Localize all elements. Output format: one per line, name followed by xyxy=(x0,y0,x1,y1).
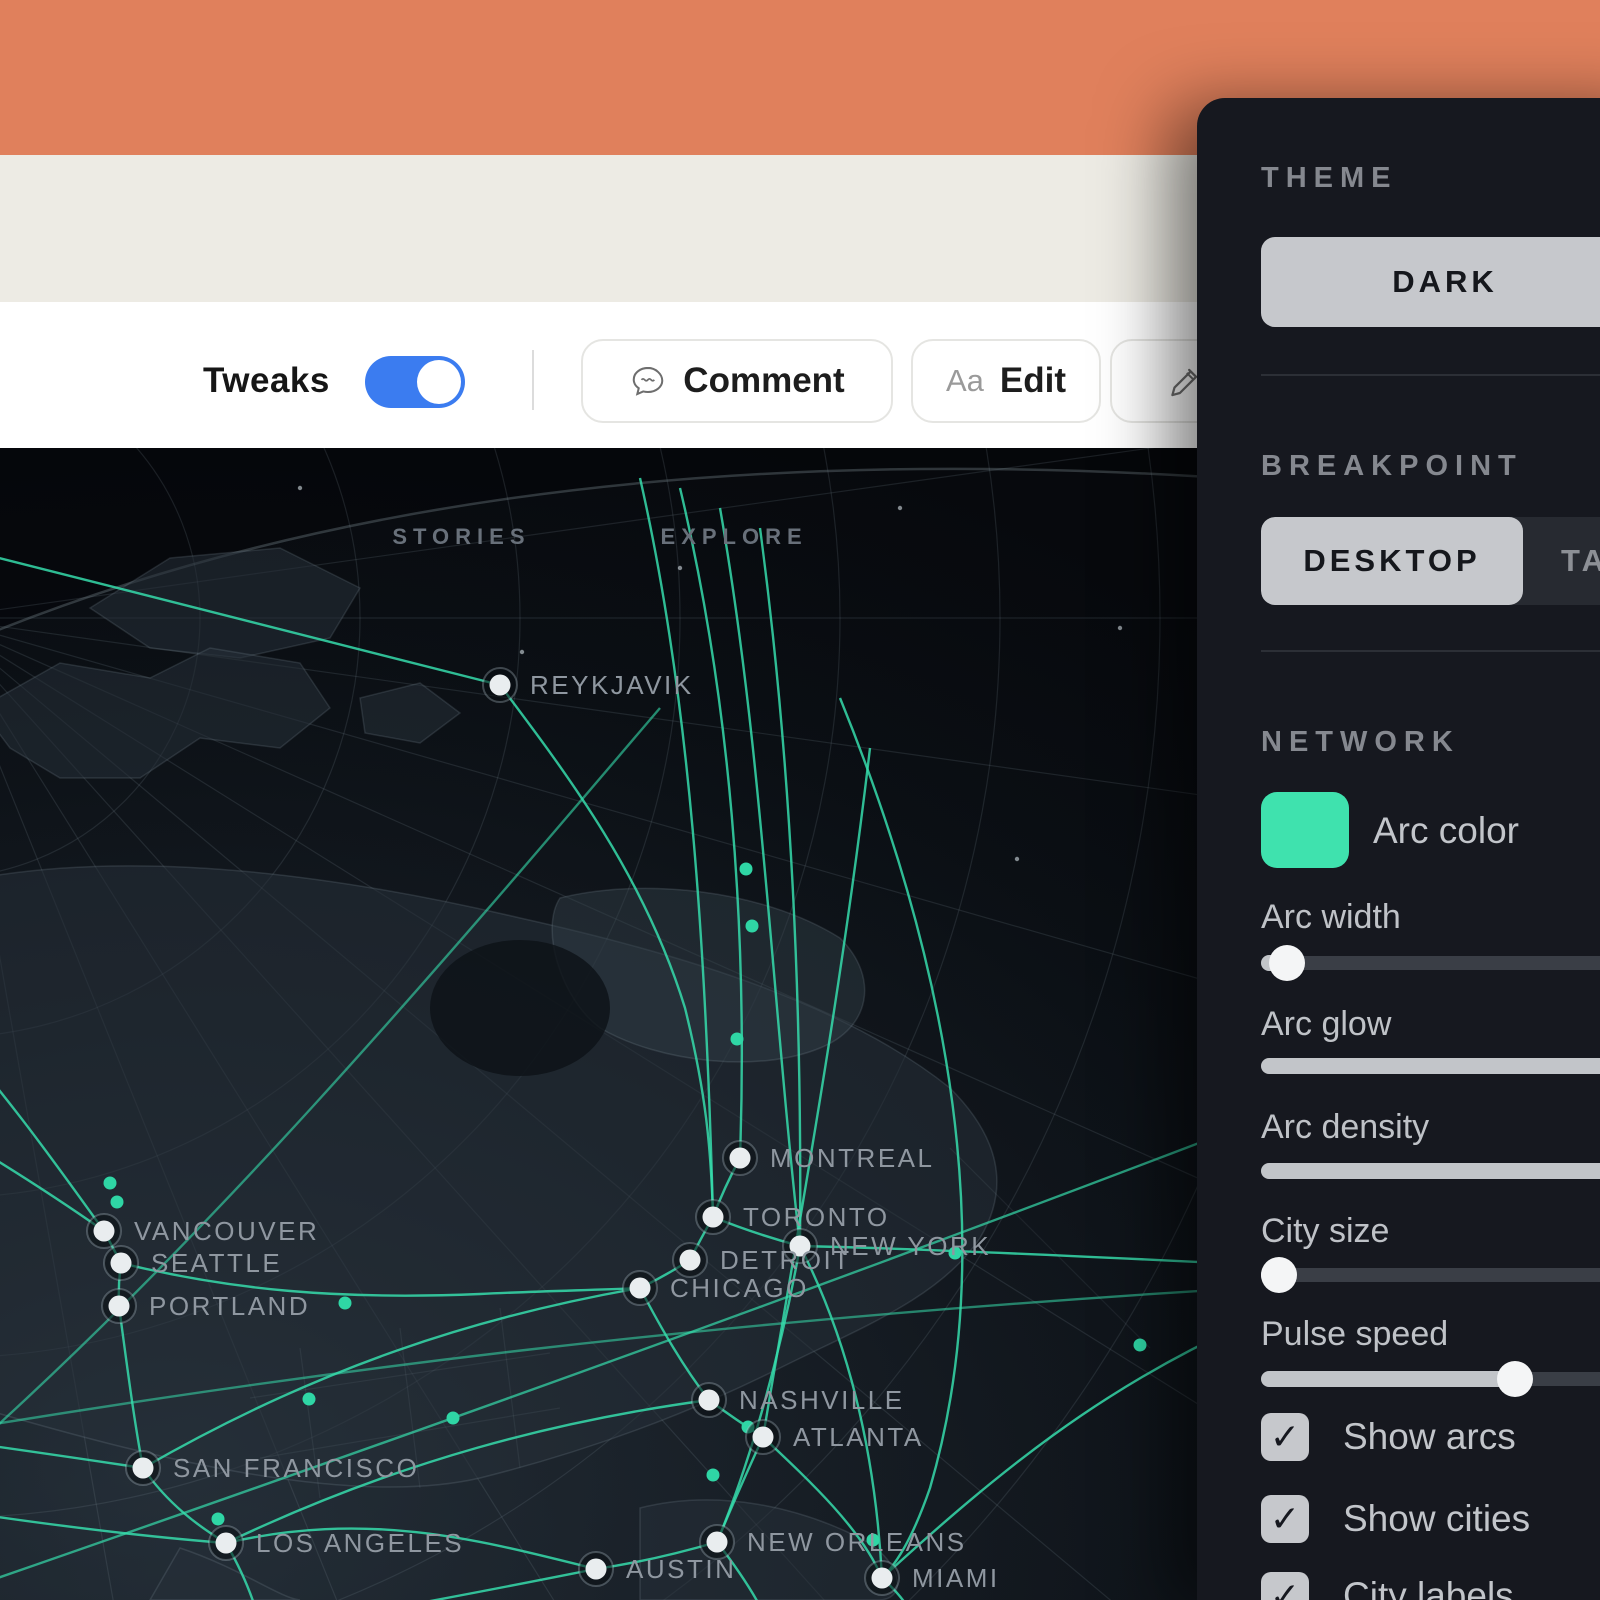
city-marker[interactable]: MIAMI xyxy=(865,1561,1000,1595)
panel-divider xyxy=(1261,374,1600,376)
city-label: NASHVILLE xyxy=(739,1385,905,1415)
slider-thumb[interactable] xyxy=(1269,945,1305,981)
comment-button-label: Comment xyxy=(683,361,844,401)
show-cities-checkbox[interactable]: ✓ Show cities xyxy=(1261,1495,1530,1543)
city-label: NEW YORK xyxy=(830,1231,991,1261)
theme-section-heading: THEME xyxy=(1261,162,1398,195)
breakpoint-tablet-button[interactable]: TA xyxy=(1523,517,1600,605)
nav-stories[interactable]: STORIES xyxy=(392,524,530,550)
toggle-knob xyxy=(417,360,461,404)
arc-density-label: Arc density xyxy=(1261,1108,1429,1147)
checkmark-icon: ✓ xyxy=(1270,1575,1300,1600)
city-label: MONTREAL xyxy=(770,1143,934,1173)
tweaks-toggle[interactable] xyxy=(365,356,465,408)
tweaks-label: Tweaks xyxy=(203,356,330,406)
arc-glow-label: Arc glow xyxy=(1261,1005,1391,1044)
text-style-icon: Aa xyxy=(946,363,984,399)
city-label: NEW ORLEANS xyxy=(747,1527,967,1557)
arc-glow-slider[interactable] xyxy=(1261,1048,1600,1084)
city-label: MIAMI xyxy=(912,1563,1000,1593)
arc-color-label: Arc color xyxy=(1373,810,1519,852)
checkmark-icon: ✓ xyxy=(1270,1498,1300,1540)
city-marker[interactable]: SEATTLE xyxy=(104,1246,282,1280)
city-label: REYKJAVIK xyxy=(530,670,694,700)
pulse-speed-label: Pulse speed xyxy=(1261,1315,1448,1354)
tweaks-panel: THEME DARK BREAKPOINT DESKTOP TA NETWORK… xyxy=(1197,98,1600,1600)
panel-divider xyxy=(1261,650,1600,652)
city-marker[interactable]: CHICAGO xyxy=(623,1271,809,1305)
city-label: ATLANTA xyxy=(793,1422,924,1452)
city-label: LOS ANGELES xyxy=(256,1528,464,1558)
toolbar-divider xyxy=(532,350,534,410)
network-section-heading: NETWORK xyxy=(1261,726,1460,759)
screenshot-stage: Tweaks Comment Aa Edit xyxy=(0,0,1600,1600)
city-label: DETROIT xyxy=(720,1245,852,1275)
breakpoint-desktop-button[interactable]: DESKTOP xyxy=(1261,517,1523,605)
city-size-slider[interactable] xyxy=(1261,1257,1600,1293)
city-size-label: City size xyxy=(1261,1212,1389,1251)
breakpoint-section-heading: BREAKPOINT xyxy=(1261,450,1523,483)
city-label: CHICAGO xyxy=(670,1273,809,1303)
city-marker[interactable]: AUSTIN xyxy=(579,1552,736,1586)
hudson-bay xyxy=(430,940,610,1076)
checkmark-icon: ✓ xyxy=(1270,1416,1300,1458)
breakpoint-segmented-control: DESKTOP TA xyxy=(1261,517,1600,605)
city-marker[interactable]: DETROIT xyxy=(673,1243,852,1277)
edit-button-label: Edit xyxy=(1000,361,1066,401)
city-marker[interactable]: TORONTO xyxy=(696,1200,890,1234)
pulse-speed-slider[interactable] xyxy=(1261,1361,1600,1397)
nav-explore[interactable]: EXPLORE xyxy=(661,524,808,550)
arc-width-label: Arc width xyxy=(1261,898,1401,937)
comment-bubble-icon xyxy=(629,362,667,400)
city-labels-checkbox[interactable]: ✓ City labels xyxy=(1261,1572,1514,1600)
theme-dark-button[interactable]: DARK xyxy=(1261,237,1600,327)
city-label: PORTLAND xyxy=(149,1291,310,1321)
arc-density-slider[interactable] xyxy=(1261,1153,1600,1189)
arc-color-swatch[interactable] xyxy=(1261,792,1349,868)
city-label: VANCOUVER xyxy=(134,1216,319,1246)
show-arcs-checkbox[interactable]: ✓ Show arcs xyxy=(1261,1413,1516,1461)
comment-button[interactable]: Comment xyxy=(581,339,893,423)
slider-thumb[interactable] xyxy=(1497,1361,1533,1397)
city-label: SEATTLE xyxy=(151,1248,282,1278)
slider-thumb[interactable] xyxy=(1261,1257,1297,1293)
city-marker[interactable]: ATLANTA xyxy=(746,1420,924,1454)
city-label: TORONTO xyxy=(743,1202,890,1232)
site-nav: STORIES EXPLORE xyxy=(0,524,1200,550)
city-label: SAN FRANCISCO xyxy=(173,1453,419,1483)
edit-button[interactable]: Aa Edit xyxy=(911,339,1101,423)
arc-width-slider[interactable] xyxy=(1261,945,1600,981)
city-label: AUSTIN xyxy=(626,1554,736,1584)
